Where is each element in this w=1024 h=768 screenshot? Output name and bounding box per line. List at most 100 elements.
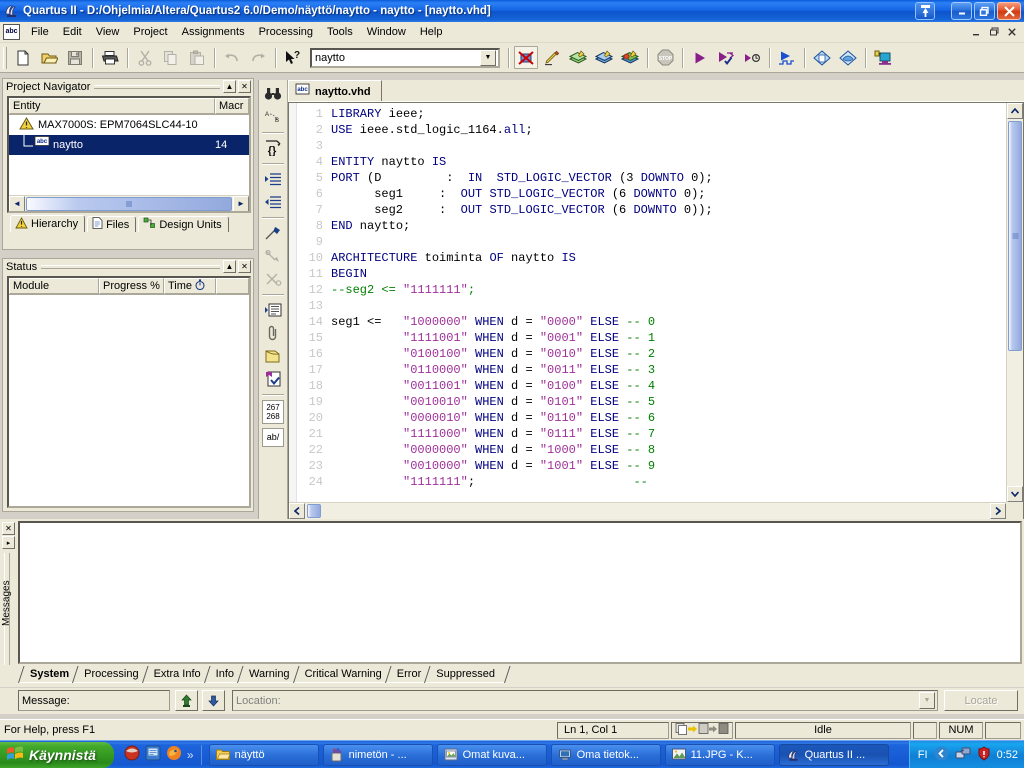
firefox-icon[interactable] (166, 745, 182, 764)
messages-tab-suppressed[interactable]: Suppressed (424, 666, 511, 683)
bookmark-toggle-button[interactable] (261, 299, 285, 321)
menu-project[interactable]: Project (126, 23, 174, 41)
code-viewport[interactable]: 1 LIBRARY ieee; 2 USE ieee.std_logic_1164.… (289, 103, 1006, 502)
tab-design-units[interactable]: Design Units (138, 216, 229, 232)
mdi-restore-button[interactable] (986, 25, 1002, 39)
chevron-down-icon[interactable]: ▼ (480, 49, 496, 66)
menu-tools[interactable]: Tools (320, 23, 360, 41)
new-file-button[interactable] (11, 46, 35, 69)
assignment-editor-button[interactable] (566, 46, 590, 69)
menu-assignments[interactable]: Assignments (175, 23, 252, 41)
menu-processing[interactable]: Processing (252, 23, 320, 41)
yellow-note-icon-button[interactable] (261, 345, 285, 367)
find-replace-button[interactable]: A B (261, 106, 285, 128)
locate-button[interactable]: Locate (944, 690, 1018, 711)
open-folder-button[interactable] (37, 46, 61, 69)
programmer-button[interactable] (871, 46, 895, 69)
menu-edit[interactable]: Edit (56, 23, 89, 41)
decrease-indent-button[interactable] (261, 191, 285, 213)
status-list[interactable]: Module Progress % Time (7, 276, 251, 508)
hscroll-thumb[interactable] (26, 196, 232, 211)
column-progress[interactable]: Progress % (99, 278, 164, 294)
code-horizontal-scrollbar[interactable] (289, 502, 1006, 519)
settings-stack-button[interactable] (618, 46, 642, 69)
find-button[interactable] (261, 83, 285, 105)
taskbar-task-button[interactable]: Omat kuva... (436, 743, 547, 766)
close-icon[interactable]: ✕ (238, 80, 251, 93)
redo-button[interactable] (246, 46, 270, 69)
toolbar-grip[interactable] (3, 46, 7, 69)
show-desktop-icon[interactable] (145, 745, 161, 764)
taskbar-task-button[interactable]: näyttö (208, 743, 319, 766)
insert-template-button[interactable]: {} (261, 137, 285, 159)
tab-naytto-vhd[interactable]: abc naytto.vhd (288, 80, 382, 102)
arrow-question-icon-button[interactable]: ? (281, 46, 305, 69)
code-vertical-scrollbar[interactable] (1006, 103, 1023, 502)
message-field[interactable]: Message: (18, 690, 170, 711)
scroll-down-arrow-icon[interactable] (1007, 486, 1023, 502)
close-icon[interactable]: ✕ (238, 260, 251, 273)
tray-language-indicator[interactable]: FI (918, 749, 928, 761)
paste-button[interactable] (185, 46, 209, 69)
messages-list[interactable] (18, 521, 1022, 664)
scroll-left-arrow-icon[interactable] (289, 503, 305, 519)
column-macrocells[interactable]: Macr (215, 98, 249, 114)
scroll-left-arrow-icon[interactable]: ◄ (9, 195, 25, 211)
menu-file[interactable]: File (24, 23, 56, 41)
word-wrap-button[interactable]: ab/ (261, 426, 285, 448)
messages-tab-warning[interactable]: Warning (237, 666, 306, 683)
line-numbers-button[interactable]: 267 268 (261, 399, 285, 425)
stop-button[interactable]: STOP (653, 46, 677, 69)
menu-window[interactable]: Window (360, 23, 413, 41)
analysis-synthesis-button[interactable] (714, 46, 738, 69)
tray-chevron-icon[interactable] (934, 746, 949, 764)
project-combo[interactable]: ▼ (310, 47, 500, 68)
uncomment-button[interactable] (261, 245, 285, 267)
close-button[interactable] (997, 2, 1021, 20)
messages-tab-system[interactable]: System (18, 666, 85, 683)
pencil-icon-button[interactable] (540, 46, 564, 69)
tray-network-icon[interactable] (955, 746, 971, 764)
menu-help[interactable]: Help (413, 23, 450, 41)
messages-close-icon[interactable]: ✕ (2, 522, 15, 535)
hscroll-thumb[interactable] (307, 504, 321, 518)
scroll-right-arrow-icon[interactable] (990, 503, 1006, 519)
project-navigator-hscrollbar[interactable]: ◄ ► (9, 195, 249, 211)
collapse-icon[interactable]: ▲ (223, 260, 236, 273)
status-process-icon-cell[interactable] (671, 721, 733, 739)
quicklaunch-more-icon[interactable]: » (187, 748, 194, 762)
copy-button[interactable] (159, 46, 183, 69)
collapse-icon[interactable]: ▲ (223, 80, 236, 93)
messages-tab-critical-warning[interactable]: Critical Warning (292, 666, 398, 683)
start-button[interactable]: Käynnistä (0, 741, 114, 768)
column-entity[interactable]: Entity (9, 98, 215, 114)
messages-tab-processing[interactable]: Processing (72, 666, 155, 683)
taskbar-task-button[interactable]: Quartus II ... (778, 743, 889, 766)
print-button[interactable] (98, 46, 122, 69)
vscroll-thumb[interactable] (1008, 121, 1022, 351)
increase-indent-button[interactable] (261, 168, 285, 190)
location-chevron-down-icon[interactable]: ▼ (919, 692, 935, 709)
table-row[interactable]: abc VHD naytto 14 (9, 134, 249, 155)
minimize-button[interactable] (951, 2, 972, 20)
strike-tool-button[interactable] (261, 268, 285, 290)
comment-button[interactable] (261, 222, 285, 244)
simulation-button[interactable] (775, 46, 799, 69)
red-circle-media-icon[interactable] (124, 745, 140, 764)
tray-clock[interactable]: 0:52 (997, 749, 1018, 761)
tab-hierarchy[interactable]: Hierarchy (10, 215, 86, 232)
table-row[interactable]: MAX7000S: EPM7064SLC44-10 (9, 115, 249, 135)
scroll-up-arrow-icon[interactable] (1007, 103, 1023, 119)
scroll-right-arrow-icon[interactable]: ► (233, 195, 249, 211)
taskbar-task-button[interactable]: Oma tietok... (550, 743, 661, 766)
context-help-titlebar-button[interactable] (915, 2, 935, 20)
column-time[interactable]: Time (164, 278, 216, 294)
check-doc-button[interactable] (261, 368, 285, 390)
cut-button[interactable] (133, 46, 157, 69)
code-text[interactable]: 1 LIBRARY ieee; 2 USE ieee.std_logic_1164.… (289, 103, 1006, 490)
tab-files[interactable]: Files (87, 216, 137, 232)
technology-viewer-button[interactable] (836, 46, 860, 69)
timing-analysis-button[interactable] (740, 46, 764, 69)
menu-view[interactable]: View (89, 23, 127, 41)
column-module[interactable]: Module (9, 278, 99, 294)
